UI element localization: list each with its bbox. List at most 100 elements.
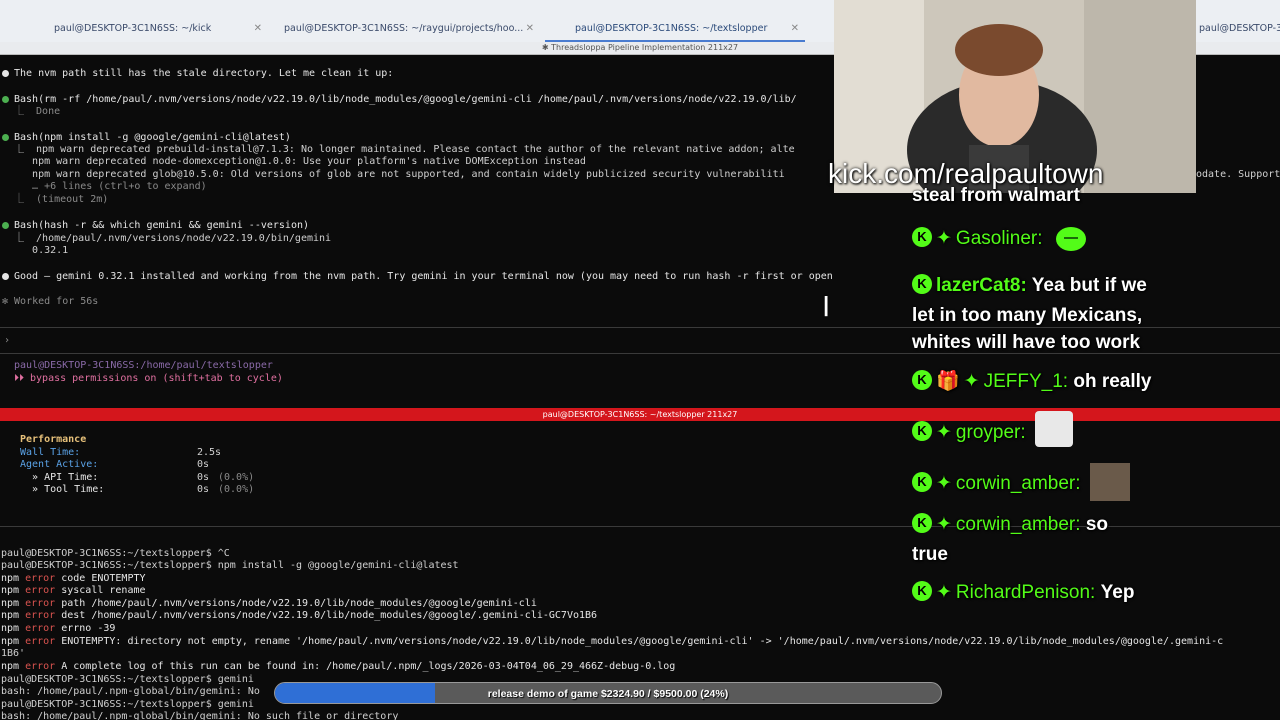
terminal-line: 1B6': [1, 648, 26, 659]
terminal-line: paul@DESKTOP-3C1N6SS:~/textslopper$ gemi…: [1, 674, 254, 685]
kick-badge-icon: K: [912, 369, 932, 390]
terminal-line: ⎿ (timeout 2m): [14, 194, 109, 205]
perf-key: Wall Time:: [20, 447, 81, 458]
perf-extra: (0.0%): [218, 472, 255, 483]
terminal-line-tail: odate. Support: [1196, 169, 1280, 180]
tab-textslopper[interactable]: paul@DESKTOP-3C1N6SS: ~/textslopper ✕: [545, 16, 805, 42]
terminal-line: npm warn deprecated node-domexception@1.…: [14, 156, 586, 167]
bullet-icon: [2, 70, 9, 77]
terminal-line: ⎿ npm warn deprecated prebuild-install@7…: [14, 144, 795, 155]
donation-goal-bar: release demo of game $2324.90 / $9500.00…: [274, 682, 942, 704]
terminal-line: bash: /home/paul/.npm-global/bin/gemini:…: [1, 711, 399, 720]
subscriber-star-icon: ✦: [936, 473, 952, 495]
terminal-line: … +6 lines (ctrl+o to expand): [14, 181, 207, 192]
chat-username[interactable]: lazerCat8:: [936, 275, 1027, 296]
tab-label: paul@DESKTOP-3C1N6SS: ~/raygui/projects/…: [284, 23, 524, 34]
tab-raygui[interactable]: paul@DESKTOP-3C1N6SS: ~/raygui/projects/…: [268, 16, 540, 42]
subscriber-star-icon: ✦: [936, 228, 952, 249]
chat-message: K 🎁 ✦ JEFFY_1: oh really: [912, 368, 1152, 396]
perf-header: Performance: [20, 434, 87, 445]
tab-label: paul@DESKTOP-3C1N6SS: ~/textslopper: [575, 23, 768, 34]
chat-username[interactable]: Gasoliner:: [956, 228, 1043, 249]
terminal-line: ⎿ Done: [14, 106, 61, 117]
pane-title-text: ✱ Threadsloppa Pipeline Implementation 2…: [541, 43, 739, 52]
terminal-line: The nvm path still has the stale directo…: [14, 68, 394, 79]
terminal-line: paul@DESKTOP-3C1N6SS:/home/paul/textslop…: [14, 360, 273, 371]
emote-icon: [1089, 463, 1130, 501]
perf-value: 0s: [197, 484, 210, 495]
terminal-line: npm error syscall rename: [1, 585, 146, 596]
tab-label: paul@DESKTOP-3C1N6SS: ~/kick/kick-w: [1199, 23, 1280, 34]
chat-username[interactable]: JEFFY_1:: [984, 371, 1068, 392]
tab-label: paul@DESKTOP-3C1N6SS: ~/kick: [54, 23, 212, 34]
terminal-line: npm error path /home/paul/.nvm/versions/…: [1, 598, 537, 609]
emote-icon: [1034, 411, 1073, 447]
close-icon[interactable]: ✕: [791, 16, 799, 42]
terminal-line: npm error dest /home/paul/.nvm/versions/…: [1, 610, 598, 621]
emote-icon: [1055, 226, 1086, 251]
pane-title-text: paul@DESKTOP-3C1N6SS: ~/textslopper 211x…: [542, 410, 738, 419]
perf-extra: (0.0%): [218, 484, 255, 495]
terminal-line: npm warn deprecated glob@10.5.0: Old ver…: [14, 169, 785, 180]
prompt-input[interactable]: ›: [4, 335, 10, 347]
terminal-line: Good — gemini 0.32.1 installed and worki…: [14, 271, 834, 282]
kick-badge-icon: K: [912, 226, 932, 247]
text-cursor-icon: I: [822, 290, 831, 323]
pane-title: paul@DESKTOP-3C1N6SS: ~/textslopper 211x…: [0, 408, 1280, 421]
terminal-line: 0.32.1: [14, 245, 69, 256]
perf-value: 0s: [197, 472, 210, 483]
terminal-line: bash: /home/paul/.npm-global/bin/gemini:…: [1, 686, 260, 697]
perf-key: » Tool Time:: [20, 484, 105, 495]
bullet-icon: [2, 134, 9, 141]
kick-badge-icon: K: [912, 512, 932, 533]
terminal-line: Bash(hash -r && which gemini && gemini -…: [14, 220, 310, 231]
permissions-status: ⏵⏵ bypass permissions on (shift+tab to c…: [14, 373, 283, 384]
close-icon[interactable]: ✕: [526, 16, 534, 42]
perf-value: 2.5s: [197, 447, 222, 458]
kick-badge-icon: K: [912, 472, 932, 492]
chat-text: oh really: [1073, 371, 1152, 392]
kick-badge-icon: K: [912, 273, 932, 294]
terminal-line: paul@DESKTOP-3C1N6SS:~/textslopper$ npm …: [1, 560, 459, 571]
chat-text-continued: whites will have too work: [912, 332, 1141, 353]
kick-badge-icon: K: [912, 421, 932, 441]
subscriber-star-icon: ✦: [936, 582, 952, 603]
chat-message: K ✦ groyper:: [912, 411, 1073, 451]
chat-text: Yea but if we: [1031, 275, 1147, 296]
chat-username[interactable]: RichardPenison:: [956, 582, 1095, 603]
subscriber-star-icon: ✦: [963, 371, 980, 392]
terminal-line: npm error A complete log of this run can…: [1, 661, 676, 672]
chat-text-continued: let in too many Mexicans,: [912, 305, 1143, 326]
subscriber-star-icon: ✦: [936, 422, 952, 444]
chat-username[interactable]: corwin_amber:: [956, 514, 1081, 535]
chat-message-partial: steal from walmart: [912, 185, 1080, 206]
chat-message: K ✦ corwin_amber:: [912, 463, 1130, 503]
close-icon[interactable]: ✕: [254, 16, 262, 42]
terminal-line: ✻ Worked for 56s: [2, 296, 99, 307]
chat-message: K ✦ Gasoliner:: [912, 225, 1086, 253]
subscriber-star-icon: ✦: [936, 514, 952, 535]
chat-text-continued: true: [912, 544, 948, 565]
terminal-line: Bash(npm install -g @google/gemini-cli@l…: [14, 132, 291, 143]
bullet-icon: [2, 222, 9, 229]
terminal-line: Bash(rm -rf /home/paul/.nvm/versions/nod…: [14, 94, 797, 105]
tab-kick-w[interactable]: paul@DESKTOP-3C1N6SS: ~/kick/kick-w: [1195, 16, 1280, 42]
bullet-icon: [2, 96, 9, 103]
terminal-line: npm error errno -39: [1, 623, 116, 634]
perf-key: Agent Active:: [20, 459, 99, 470]
chat-message: KlazerCat8: Yea but if we: [912, 272, 1147, 300]
terminal-line: paul@DESKTOP-3C1N6SS:~/textslopper$ ^C: [1, 548, 230, 559]
bullet-icon: [2, 273, 9, 280]
chat-username[interactable]: groyper:: [956, 422, 1026, 443]
kick-badge-icon: K: [912, 580, 932, 601]
chat-message: K ✦ corwin_amber: so: [912, 511, 1108, 539]
chat-username[interactable]: corwin_amber:: [956, 473, 1081, 494]
gift-icon: 🎁: [936, 371, 960, 392]
terminal-line: ⎿ /home/paul/.nvm/versions/node/v22.19.0…: [14, 233, 332, 244]
perf-key: » API Time:: [20, 472, 99, 483]
terminal-line: npm error ENOTEMPTY: directory not empty…: [1, 636, 1224, 647]
tab-kick[interactable]: paul@DESKTOP-3C1N6SS: ~/kick ✕: [0, 16, 268, 42]
terminal-line: npm error code ENOTEMPTY: [1, 573, 146, 584]
chat-text: so: [1085, 514, 1108, 535]
chat-message: K ✦ RichardPenison: Yep: [912, 579, 1134, 607]
